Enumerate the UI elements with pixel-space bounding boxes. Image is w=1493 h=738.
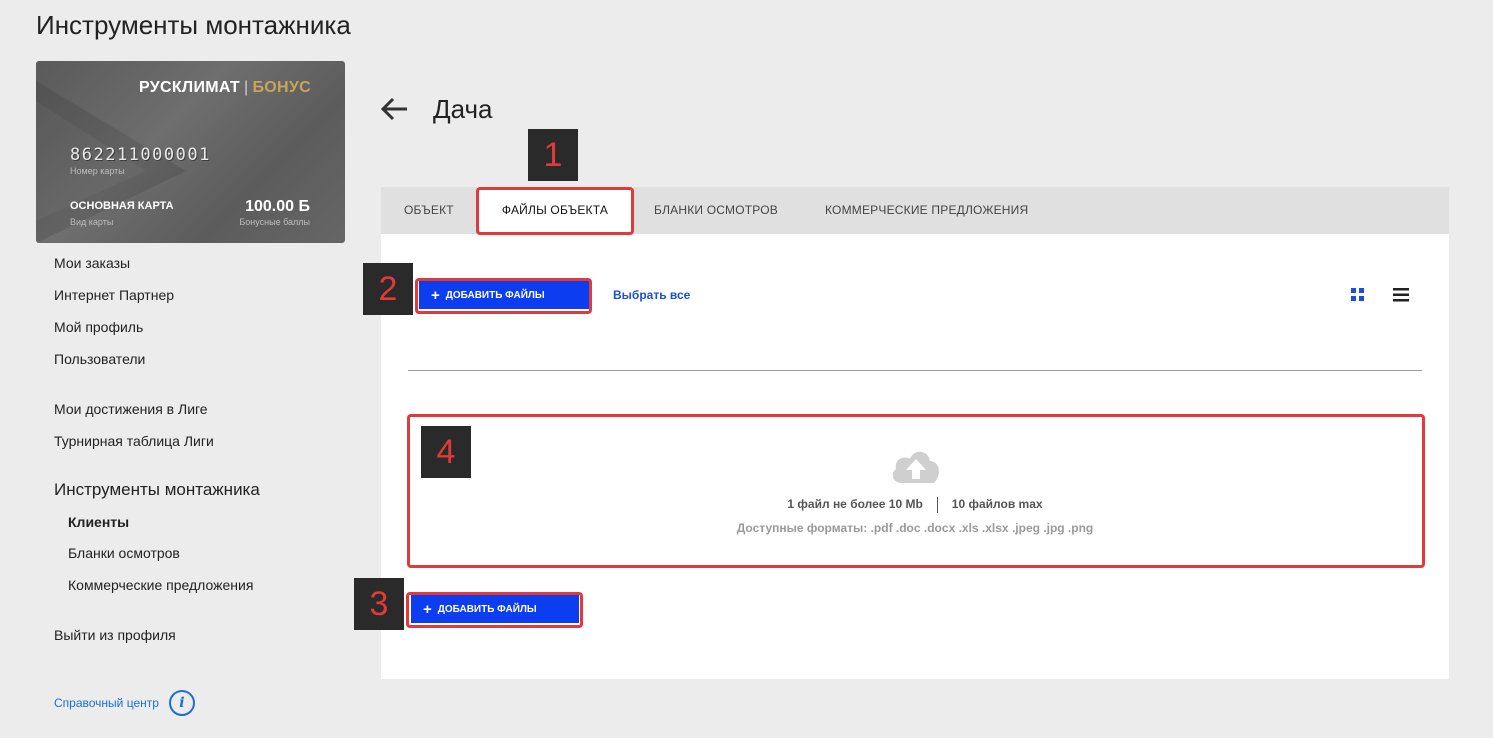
card-number-label: Номер карты xyxy=(70,166,125,176)
logout-link[interactable]: Выйти из профиля xyxy=(54,627,176,643)
highlight-add-files-top xyxy=(415,278,592,314)
annotation-badge-3: 3 xyxy=(354,578,404,630)
sidebar-section-title: Инструменты монтажника xyxy=(54,480,260,499)
card-points: 100.00 Б xyxy=(245,198,310,215)
card-brand: РУСКЛИМАТ | БОНУС xyxy=(138,79,311,96)
sidebar-item-clients[interactable]: Клиенты xyxy=(68,514,129,530)
tab-object[interactable]: ОБЪЕКТ xyxy=(404,187,454,234)
sidebar-item-inspection-forms[interactable]: Бланки осмотров xyxy=(68,545,180,561)
divider xyxy=(408,370,1422,371)
tab-inspection-forms[interactable]: БЛАНКИ ОСМОТРОВ xyxy=(654,187,778,234)
highlight-dropzone xyxy=(407,414,1425,568)
info-icon: i xyxy=(168,690,195,716)
list-view-icon[interactable] xyxy=(1393,288,1409,302)
sidebar-item-commercial-offers[interactable]: Коммерческие предложения xyxy=(68,577,253,593)
sidebar-item-profile[interactable]: Мой профиль xyxy=(54,319,143,335)
card-points-label: Бонусные баллы xyxy=(239,217,310,227)
tab-commercial-offers[interactable]: КОММЕРЧЕСКИЕ ПРЕДЛОЖЕНИЯ xyxy=(825,187,1028,234)
annotation-badge-1: 1 xyxy=(528,129,578,181)
highlight-tab-files xyxy=(476,187,634,235)
sidebar-item-users[interactable]: Пользователи xyxy=(54,351,145,367)
object-title: Дача xyxy=(433,94,493,124)
page-title: Инструменты монтажника xyxy=(36,10,351,40)
sidebar-item-league-achievements[interactable]: Мои достижения в Лиге xyxy=(54,401,208,417)
grid-view-icon[interactable] xyxy=(1351,288,1365,302)
help-center-label: Справочный центр xyxy=(54,696,159,710)
card-type: ОСНОВНАЯ КАРТА xyxy=(70,200,174,212)
annotation-badge-2: 2 xyxy=(363,263,413,315)
arrow-left-icon[interactable] xyxy=(380,96,408,122)
help-center-link[interactable]: Справочный центр i xyxy=(54,690,195,716)
card-number: 862211000001 xyxy=(70,145,211,165)
sidebar-item-internet-partner[interactable]: Интернет Партнер xyxy=(54,287,174,303)
annotation-badge-4: 4 xyxy=(421,426,471,478)
select-all-link[interactable]: Выбрать все xyxy=(613,288,690,302)
highlight-add-files-bottom xyxy=(406,592,583,628)
sidebar-item-orders[interactable]: Мои заказы xyxy=(54,255,130,271)
sidebar-item-league-table[interactable]: Турнирная таблица Лиги xyxy=(54,433,214,449)
bonus-card: РУСКЛИМАТ | БОНУС 862211000001 Номер карты… xyxy=(36,61,345,243)
card-type-label: Вид карты xyxy=(70,217,114,227)
